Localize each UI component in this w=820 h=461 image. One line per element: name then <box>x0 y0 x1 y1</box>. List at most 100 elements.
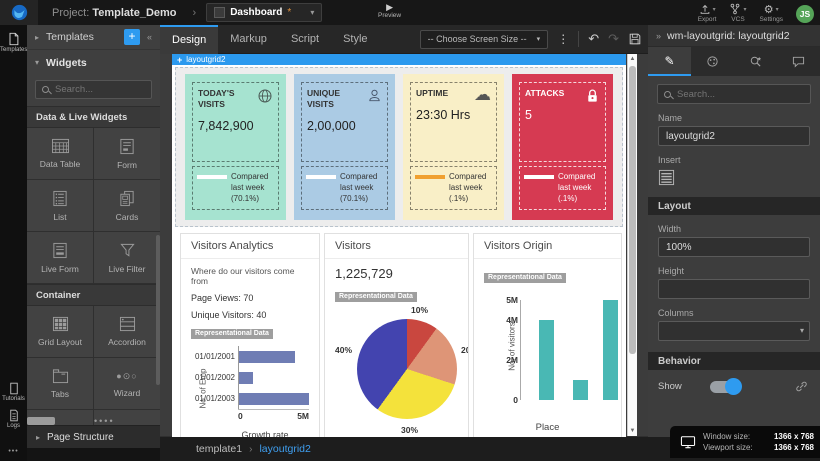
page-selector-dropdown[interactable]: Dashboard * ▾ <box>206 3 322 22</box>
search-icon <box>42 86 49 93</box>
app-window: Project: Template_Demo › Dashboard * ▾ ▶… <box>0 0 820 461</box>
tab-styles[interactable] <box>691 47 734 76</box>
rail-item-tutorials[interactable]: Tutorials <box>0 375 27 402</box>
bind-link-icon[interactable] <box>795 380 808 393</box>
data-table-icon <box>51 138 70 154</box>
layout-section-header[interactable]: Layout <box>648 197 820 215</box>
visitors-pie-chart: 10% 20% 30% 40% <box>335 307 458 439</box>
selected-widget-title: wm-layoutgrid: layoutgrid2 <box>667 30 790 42</box>
tab-design[interactable]: Design <box>160 25 218 54</box>
add-template-button[interactable]: + <box>124 29 140 45</box>
dashboard-panels-row: Visitors Analytics Where do our visitors… <box>172 229 626 443</box>
left-panel: ▸ Templates + « ▾ Widgets Data & Live Wi… <box>27 25 160 461</box>
export-button[interactable]: ▾ Export <box>698 3 717 23</box>
height-label: Height <box>658 266 810 276</box>
top-bar: Project: Template_Demo › Dashboard * ▾ ▶… <box>0 0 820 25</box>
name-field[interactable] <box>658 126 810 146</box>
play-icon: ▶ <box>378 2 401 12</box>
undo-button[interactable]: ↶ <box>588 31 599 47</box>
widget-tile-live-filter[interactable]: Live Filter <box>94 232 160 283</box>
screen-size-dropdown[interactable]: -- Choose Screen Size -- ▾ <box>420 30 549 49</box>
breadcrumb-icon: •••• <box>94 417 115 425</box>
height-field[interactable] <box>658 279 810 299</box>
tab-comments[interactable] <box>777 47 820 76</box>
chevron-down-icon: ▾ <box>776 6 779 13</box>
category-container: Container <box>27 284 160 306</box>
scrollbar-thumb[interactable] <box>629 66 636 354</box>
scroll-up-icon[interactable]: ▲ <box>628 56 637 62</box>
trend-bar <box>306 175 336 179</box>
chevron-right-icon: › <box>193 7 197 19</box>
globe-icon <box>257 88 273 104</box>
kpi-card-todays-visits[interactable]: TODAY'S VISITS 7,842,900 <box>185 74 286 220</box>
rail-more-button[interactable]: ••• <box>0 448 27 455</box>
magnifier-star-icon <box>749 55 762 68</box>
settings-button[interactable]: ⚙ ▾ Settings <box>760 3 784 23</box>
logs-icon <box>8 409 20 422</box>
wavemaker-logo[interactable] <box>0 0 38 25</box>
kpi-card-unique-visits[interactable]: UNIQUE VISITS 2,00,000 Compar <box>294 74 395 220</box>
trend-bar <box>197 175 227 179</box>
breadcrumb-separator: › <box>249 444 252 455</box>
widget-tile-partial[interactable] <box>27 410 93 425</box>
tab-markup[interactable]: Markup <box>218 25 279 54</box>
page-structure-section[interactable]: ▸ Page Structure <box>27 425 160 448</box>
widget-tile-wizard[interactable]: ●⊙○ Wizard <box>94 358 160 409</box>
redo-button[interactable]: ↷ <box>608 31 619 47</box>
user-avatar[interactable]: JS <box>796 5 814 23</box>
pie <box>357 319 457 419</box>
insert-label: Insert <box>658 155 810 165</box>
origin-bar-chart: No. of visitors 5M 4M 2M 0 <box>514 292 605 414</box>
canvas-column: Design Markup Script Style -- Choose Scr… <box>160 25 648 461</box>
behavior-section-header[interactable]: Behavior <box>648 352 820 370</box>
rail-item-templates[interactable]: Templates <box>0 25 27 53</box>
breadcrumb-page[interactable]: template1 <box>196 443 242 455</box>
selection-header[interactable]: + layoutgrid2 <box>172 54 626 65</box>
scroll-down-icon[interactable]: ▼ <box>628 428 637 434</box>
widget-tile-tabs[interactable]: Tabs <box>27 358 93 409</box>
panel-visitors-origin[interactable]: Visitors Origin Representational Data No… <box>473 233 622 443</box>
grid-layout-icon <box>52 316 69 332</box>
show-label: Show <box>658 381 710 392</box>
widget-search-input[interactable] <box>55 84 145 95</box>
tab-style[interactable]: Style <box>331 25 379 54</box>
columns-select[interactable]: ▾ <box>658 321 810 341</box>
tab-script[interactable]: Script <box>279 25 331 54</box>
rail-item-logs[interactable]: Logs <box>0 402 27 429</box>
collapse-panel-icon[interactable]: » <box>656 31 661 41</box>
design-canvas[interactable]: + layoutgrid2 TODAY'S VISITS <box>172 54 626 446</box>
widget-tile-live-form[interactable]: Live Form <box>27 232 93 283</box>
save-button[interactable] <box>628 32 642 46</box>
vcs-button[interactable]: ▾ VCS <box>729 3 746 23</box>
panel-visitors-analytics[interactable]: Visitors Analytics Where do our visitors… <box>180 233 320 443</box>
templates-section-header[interactable]: ▸ Templates + « <box>27 25 160 50</box>
kpi-card-attacks[interactable]: ATTACKS 5 <box>512 74 613 220</box>
width-label: Width <box>658 224 810 234</box>
tab-find[interactable] <box>734 47 777 76</box>
widget-tile-partial[interactable]: •••• <box>94 410 160 425</box>
tab-properties[interactable]: ✎ <box>648 47 691 76</box>
widget-tile-data-table[interactable]: Data Table <box>27 128 93 179</box>
widget-tile-grid-layout[interactable]: Grid Layout <box>27 306 93 357</box>
collapse-panel-icon[interactable]: « <box>147 32 152 42</box>
panel-scrollbar[interactable] <box>156 235 160 385</box>
show-toggle[interactable] <box>710 381 740 393</box>
breadcrumb-widget[interactable]: layoutgrid2 <box>259 443 310 455</box>
widgets-section-header[interactable]: ▾ Widgets <box>27 50 160 75</box>
more-options-button[interactable]: ⋮ <box>557 32 569 46</box>
layout-grid-row[interactable]: TODAY'S VISITS 7,842,900 <box>175 67 623 227</box>
chevron-down-icon: ▾ <box>800 326 804 335</box>
kpi-card-uptime[interactable]: UPTIME ☁ 23:30 Hrs Compared last week (.… <box>403 74 504 220</box>
canvas-scrollbar[interactable]: ▲ ▼ <box>627 54 637 436</box>
panel-visitors[interactable]: Visitors 1,225,729 Representational Data… <box>324 233 469 443</box>
preview-button[interactable]: ▶ Preview <box>378 2 401 19</box>
properties-search-input[interactable] <box>677 89 804 100</box>
bar <box>539 320 554 400</box>
widget-tile-list[interactable]: List <box>27 180 93 231</box>
widget-tile-form[interactable]: Form <box>94 128 160 179</box>
widget-tile-accordion[interactable]: Accordion <box>94 306 160 357</box>
width-field[interactable] <box>658 237 810 257</box>
x-tick: 0 <box>238 411 243 421</box>
widget-tile-cards[interactable]: Cards <box>94 180 160 231</box>
insert-row-button[interactable] <box>658 169 675 186</box>
